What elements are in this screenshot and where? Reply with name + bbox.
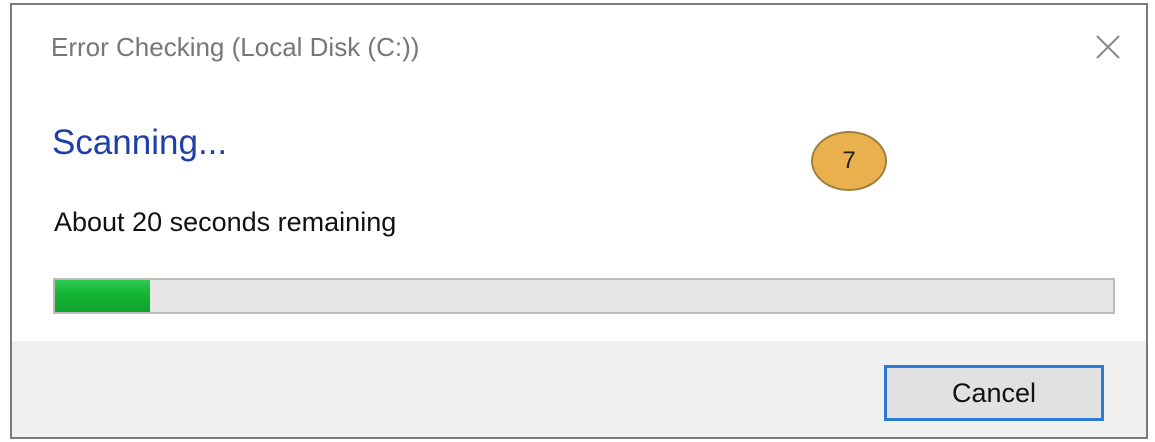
close-button[interactable] [1084, 23, 1132, 71]
close-icon [1096, 35, 1120, 59]
dialog-footer: Cancel [12, 341, 1146, 437]
time-remaining-text: About 20 seconds remaining [54, 207, 397, 237]
dialog-window: Error Checking (Local Disk (C:)) Scannin… [10, 3, 1148, 439]
cancel-button[interactable]: Cancel [884, 365, 1104, 421]
step-number-badge: 7 [811, 131, 887, 191]
title-bar: Error Checking (Local Disk (C:)) [12, 5, 1146, 89]
dialog-title: Error Checking (Local Disk (C:)) [51, 32, 420, 62]
progress-bar-fill [55, 280, 151, 312]
scanning-heading: Scanning... [52, 123, 228, 162]
dialog-content: Scanning... 7 About 20 seconds remaining [12, 89, 1146, 341]
progress-bar [53, 278, 1115, 314]
